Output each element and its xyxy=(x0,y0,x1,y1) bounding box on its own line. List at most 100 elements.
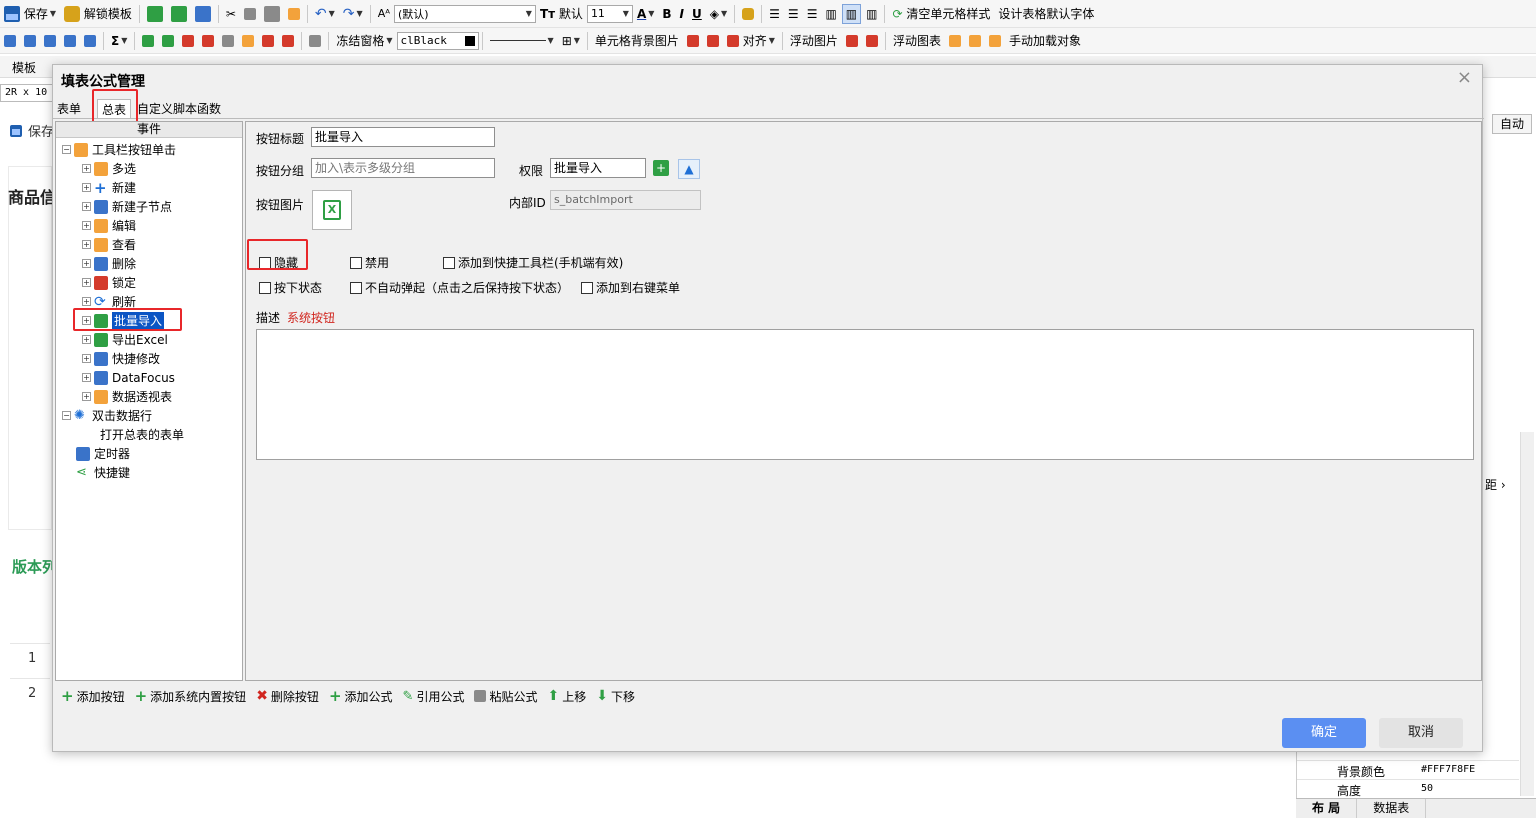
disabled-checkbox[interactable]: 禁用 xyxy=(350,254,389,271)
chart-btn-3[interactable] xyxy=(986,31,1004,51)
chart-btn-1[interactable] xyxy=(946,31,964,51)
align-left-button[interactable]: ☰ xyxy=(766,4,783,24)
delete-btn-2[interactable] xyxy=(199,31,217,51)
float-image-add[interactable] xyxy=(843,31,861,51)
exit-button[interactable] xyxy=(192,4,214,24)
no-auto-popup-checkbox[interactable]: 不自动弹起（点击之后保持按下状态） xyxy=(350,279,569,296)
border-style-button-1[interactable]: ▥ xyxy=(822,4,839,24)
property-row[interactable]: 背景颜色 #FFF7F8FE xyxy=(1297,760,1519,779)
property-row[interactable]: 高度 50 xyxy=(1297,779,1519,798)
button-image-picker[interactable]: X xyxy=(312,190,352,230)
move-down-button[interactable]: ⬇ 下移 xyxy=(596,688,635,705)
image-btn-1[interactable] xyxy=(684,31,702,51)
permission-input[interactable]: 批量导入 xyxy=(550,158,646,178)
border-style-button-3[interactable]: ▥ xyxy=(863,4,880,24)
float-image-button[interactable]: 浮动图片 xyxy=(787,31,841,51)
tree-node-dblclick[interactable]: − ✺ 双击数据行 xyxy=(62,406,152,425)
paste-button[interactable] xyxy=(261,4,283,24)
tab-custom-script[interactable]: 自定义脚本函数 xyxy=(133,99,225,119)
layout-btn-1[interactable] xyxy=(1,31,19,51)
layout-btn-2[interactable] xyxy=(21,31,39,51)
close-icon[interactable]: × xyxy=(1457,67,1472,88)
lock-cell-button[interactable] xyxy=(739,4,757,24)
align-center-button[interactable]: ☰ xyxy=(785,4,802,24)
pressed-state-checkbox[interactable]: 按下状态 xyxy=(259,279,322,296)
tree-node-timer[interactable]: 定时器 xyxy=(76,444,130,463)
tree-node-new-child[interactable]: + 新建子节点 xyxy=(82,197,172,216)
insert-btn-2[interactable] xyxy=(159,31,177,51)
cancel-button[interactable]: 取消 xyxy=(1379,718,1463,748)
design-default-font-button[interactable]: 设计表格默认字体 xyxy=(995,4,1097,24)
tree-node-toolbar-click[interactable]: − 工具栏按钮单击 xyxy=(62,140,176,159)
float-chart-button[interactable]: 浮动图表 xyxy=(890,31,944,51)
align-button[interactable]: 对齐 ▼ xyxy=(724,31,778,51)
font-color-button[interactable]: A ▼ xyxy=(634,4,657,24)
unlock-template-button[interactable]: 解锁模板 xyxy=(61,4,135,24)
merge-button[interactable] xyxy=(306,31,324,51)
layout-btn-5[interactable] xyxy=(81,31,99,51)
color-select[interactable]: clBlack xyxy=(396,31,479,50)
font-default-button[interactable]: Tт 默认 xyxy=(537,4,586,24)
tree-node-quick-edit[interactable]: + 快捷修改 xyxy=(82,349,160,368)
tree-node-lock[interactable]: + 锁定 xyxy=(82,273,136,292)
context-menu-checkbox[interactable]: 添加到右键菜单 xyxy=(581,279,680,296)
tab-layout[interactable]: 布 局 xyxy=(1296,799,1358,818)
undo-button[interactable]: ↶ ▼ xyxy=(312,4,338,24)
line-style-select[interactable]: ▼ xyxy=(487,31,557,51)
layout-btn-4[interactable] xyxy=(61,31,79,51)
tool-btn-3[interactable] xyxy=(259,31,277,51)
border-style-button-2[interactable]: ▥ xyxy=(841,3,862,24)
add-button[interactable]: + 添加按钮 xyxy=(61,687,125,705)
layout-btn-3[interactable] xyxy=(41,31,59,51)
tree-node-edit[interactable]: + 编辑 xyxy=(82,216,136,235)
delete-button[interactable]: ✖ 删除按钮 xyxy=(256,688,319,705)
tree-node-new[interactable]: + + 新建 xyxy=(82,178,136,197)
move-up-button[interactable]: ⬆ 上移 xyxy=(547,688,586,705)
tree-node-view[interactable]: + 查看 xyxy=(82,235,136,254)
tree-node-export-excel[interactable]: + 导出Excel xyxy=(82,330,168,349)
float-image-remove[interactable] xyxy=(863,31,881,51)
redo-button[interactable]: ↷ ▼ xyxy=(340,4,366,24)
add-system-button[interactable]: + 添加系统内置按钮 xyxy=(135,687,247,705)
tree-node-pivot[interactable]: + 数据透视表 xyxy=(82,387,172,406)
fill-color-button[interactable]: ◈ ▼ xyxy=(707,4,730,24)
font-size-select[interactable]: 11 ▼ xyxy=(586,4,633,23)
tool-btn-2[interactable] xyxy=(239,31,257,51)
permission-tree-icon[interactable]: ▲ xyxy=(678,159,700,179)
tab-datatable[interactable]: 数据表 xyxy=(1357,799,1427,818)
copy-button[interactable] xyxy=(241,4,259,24)
tool-btn-4[interactable] xyxy=(279,31,297,51)
ok-button[interactable]: 确定 xyxy=(1282,718,1366,748)
freeze-panes-button[interactable]: 冻结窗格 ▼ xyxy=(333,31,395,51)
description-textarea[interactable] xyxy=(256,329,1474,460)
chart-btn-2[interactable] xyxy=(966,31,984,51)
button-title-input[interactable]: 批量导入 xyxy=(311,127,495,147)
insert-btn-1[interactable] xyxy=(139,31,157,51)
image-btn-2[interactable] xyxy=(704,31,722,51)
tree-node-multiselect[interactable]: + 多选 xyxy=(82,159,136,178)
underline-button[interactable]: U xyxy=(689,4,705,24)
bg-save-button[interactable]: 保存 xyxy=(10,121,54,140)
align-right-button[interactable]: ☰ xyxy=(804,4,821,24)
clear-cell-style-button[interactable]: ⟳ 清空单元格样式 xyxy=(889,4,993,24)
tab-form[interactable]: 表单 xyxy=(53,99,85,119)
export-button[interactable] xyxy=(168,4,190,24)
property-more-link[interactable]: 距 › xyxy=(1485,476,1506,493)
font-name-select[interactable]: (默认) ▼ xyxy=(393,4,536,23)
italic-button[interactable]: I xyxy=(677,4,687,24)
button-group-input[interactable]: 加入\表示多级分组 xyxy=(311,158,495,178)
font-size-up-icon[interactable]: Aᴬ xyxy=(375,4,393,24)
border-button[interactable]: ⊞ ▼ xyxy=(559,31,583,51)
manual-load-button[interactable]: 手动加载对象 xyxy=(1006,31,1084,51)
add-formula-button[interactable]: + 添加公式 xyxy=(329,687,393,705)
reference-formula-button[interactable]: ✎ 引用公式 xyxy=(403,688,465,705)
paste-formula-button[interactable]: 粘贴公式 xyxy=(474,688,537,705)
property-scrollbar[interactable] xyxy=(1520,432,1534,796)
import-button[interactable] xyxy=(144,4,166,24)
format-painter-button[interactable] xyxy=(285,4,303,24)
save-button[interactable]: 保存 ▼ xyxy=(1,4,59,24)
quick-toolbar-checkbox[interactable]: 添加到快捷工具栏(手机端有效) xyxy=(443,254,623,271)
add-permission-icon[interactable]: + xyxy=(653,160,669,176)
cut-button[interactable]: ✂ xyxy=(223,4,239,24)
cell-bg-image-button[interactable]: 单元格背景图片 xyxy=(592,31,682,51)
